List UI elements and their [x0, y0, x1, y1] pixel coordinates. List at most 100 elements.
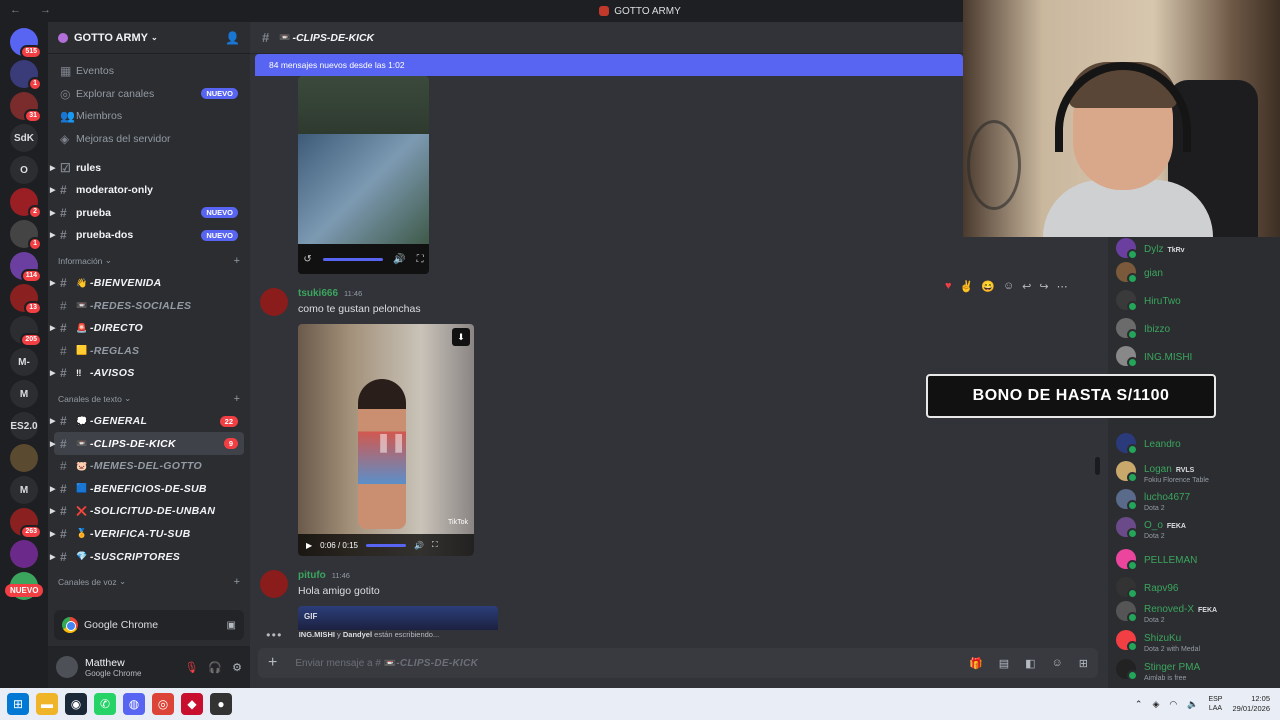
emoji-reaction-icon-2[interactable]: 😄: [981, 280, 995, 293]
gif-embed[interactable]: GIF: [298, 606, 498, 630]
video-progress[interactable]: [322, 257, 383, 261]
message-composer[interactable]: + Enviar mensaje a # 📼-CLIPS-DE-KICK 🎁 ▤…: [258, 648, 1098, 678]
channel-item[interactable]: ▶ # ❌ -SOLICITUD-DE-UNBAN: [50, 500, 244, 523]
mute-mic-icon[interactable]: 🎙: [184, 661, 198, 674]
member-item[interactable]: ING.MISHI: [1116, 344, 1280, 368]
server-icon[interactable]: [10, 540, 38, 568]
member-item[interactable]: HiruTwo: [1116, 288, 1280, 312]
composer-placeholder[interactable]: Enviar mensaje a # 📼-CLIPS-DE-KICK: [295, 658, 478, 669]
channel-item[interactable]: # 🟨 -REGLAS: [54, 340, 244, 363]
clock[interactable]: 12:05 29/01/2026: [1232, 694, 1270, 714]
channel-item[interactable]: ▶ # 📼 -CLIPS-DE-KICK 9: [50, 432, 244, 455]
channel-item[interactable]: ▶ ☑ rules: [50, 156, 244, 179]
avatar[interactable]: [260, 288, 288, 316]
channel-item[interactable]: # 🐷 -MEMES-DEL-GOTTO: [54, 455, 244, 478]
gift-icon[interactable]: 🎁: [969, 657, 983, 670]
channel-item[interactable]: # 📼 -REDES-SOCIALES: [54, 294, 244, 317]
channel-item[interactable]: ▶ # ‼ -AVISOS: [50, 362, 244, 385]
file-explorer-icon[interactable]: ▬: [36, 693, 58, 715]
invite-icon[interactable]: 👤: [225, 31, 240, 45]
steam-icon[interactable]: ◉: [65, 693, 87, 715]
streaming-panel[interactable]: Google Chrome ▣: [54, 610, 244, 640]
download-icon[interactable]: ⬇: [452, 328, 470, 346]
sidebar-item[interactable]: ▦ Eventos: [54, 60, 244, 83]
dota-icon[interactable]: ◆: [181, 693, 203, 715]
sticker-icon[interactable]: ◧: [1025, 657, 1035, 670]
language-indicator[interactable]: ESP LAA: [1208, 695, 1222, 713]
server-icon[interactable]: 13: [10, 284, 42, 315]
server-icon[interactable]: M: [10, 380, 38, 408]
member-item[interactable]: lucho4677 Dota 2: [1116, 487, 1280, 512]
member-item[interactable]: Renoved-X FEKA Dota 2: [1116, 599, 1280, 624]
channel-item[interactable]: ▶ # prueba NUEVO: [50, 202, 244, 225]
member-item[interactable]: Ibizzo: [1116, 316, 1280, 340]
channel-item[interactable]: ▶ # 💭 -GENERAL 22: [50, 410, 244, 433]
pause-icon[interactable]: ❚❚: [376, 432, 406, 453]
member-item[interactable]: Leandro: [1116, 431, 1280, 455]
more-icon[interactable]: ⋯: [1057, 280, 1068, 293]
apps-icon[interactable]: ⊞: [1079, 657, 1088, 670]
server-icon[interactable]: O: [10, 156, 38, 184]
member-item[interactable]: Dylz TkRv: [1116, 236, 1280, 260]
add-attachment-icon[interactable]: +: [268, 654, 277, 672]
member-item[interactable]: Logan RVLS Fokiu Florence Table: [1116, 459, 1280, 484]
add-reaction-icon[interactable]: ☺: [1003, 280, 1014, 293]
wifi-icon[interactable]: ◠: [1169, 699, 1177, 710]
settings-gear-icon[interactable]: ⚙: [232, 661, 242, 674]
tray-chevron-icon[interactable]: ⌃: [1135, 699, 1143, 710]
new-messages-bar[interactable]: 84 mensajes nuevos desde las 1:02: [255, 54, 963, 76]
add-channel-icon[interactable]: +: [234, 576, 240, 588]
windows-start-icon[interactable]: ⊞: [7, 693, 29, 715]
category-info[interactable]: Información ⌄ +: [54, 250, 244, 272]
play-icon[interactable]: ▶: [306, 541, 312, 550]
category-text[interactable]: Canales de texto ⌄ +: [54, 388, 244, 410]
server-icon[interactable]: 31: [10, 92, 42, 123]
avatar[interactable]: [260, 570, 288, 598]
member-item[interactable]: Rapv96: [1116, 575, 1280, 599]
server-icon[interactable]: M-: [10, 348, 38, 376]
emoji-reaction-icon[interactable]: ✌: [960, 280, 974, 293]
message-author[interactable]: tsuki666 11:46: [298, 288, 362, 299]
emoji-icon[interactable]: ☺: [1052, 657, 1063, 670]
screen-share-icon[interactable]: ▣: [227, 620, 236, 631]
member-item[interactable]: O_o FEKA Dota 2: [1116, 515, 1280, 540]
member-item[interactable]: ShizuKu Dota 2 with Medal: [1116, 628, 1280, 653]
video-progress[interactable]: [365, 543, 406, 547]
server-icon[interactable]: 1: [10, 60, 42, 91]
reply-icon[interactable]: ↩: [1022, 280, 1031, 293]
server-icon[interactable]: SdK: [10, 124, 38, 152]
member-item[interactable]: Stinger PMA Aimlab is free: [1116, 657, 1280, 682]
fullscreen-icon[interactable]: ⛶: [417, 254, 424, 265]
sidebar-item[interactable]: ◎ Explorar canales NUEVO: [54, 83, 244, 106]
nav-arrows[interactable]: ← →: [10, 4, 59, 16]
heart-reaction-icon[interactable]: ♥: [945, 280, 952, 293]
scrollbar[interactable]: [1095, 457, 1100, 475]
message-author[interactable]: pitufo 11:46: [298, 570, 350, 581]
member-item[interactable]: gian: [1116, 260, 1280, 284]
volume-icon[interactable]: 🔊: [414, 541, 424, 550]
server-icon[interactable]: 2: [10, 188, 42, 219]
channel-item[interactable]: ▶ # prueba-dos NUEVO: [50, 224, 244, 247]
server-icon[interactable]: 114: [10, 252, 42, 283]
fullscreen-icon[interactable]: ⛶: [432, 540, 438, 550]
volume-icon[interactable]: 🔊: [393, 254, 405, 265]
channel-item[interactable]: ▶ # 💎 -SUSCRIPTORES: [50, 545, 244, 568]
server-icon[interactable]: 263: [10, 508, 42, 539]
forward-icon[interactable]: ↪: [1039, 280, 1048, 293]
deafen-icon[interactable]: 🎧: [208, 661, 222, 674]
chrome-taskbar-icon[interactable]: ◎: [152, 693, 174, 715]
volume-tray-icon[interactable]: 🔈: [1187, 699, 1198, 710]
category-voice[interactable]: Canales de voz ⌄ +: [54, 571, 244, 593]
avatar[interactable]: [56, 656, 78, 678]
obs-icon[interactable]: ●: [210, 693, 232, 715]
channel-item[interactable]: ▶ # moderator-only: [50, 179, 244, 202]
discord-icon[interactable]: ◍: [123, 693, 145, 715]
server-icon[interactable]: 1: [10, 220, 42, 251]
server-icon[interactable]: 205: [10, 316, 42, 347]
sidebar-item[interactable]: ◈ Mejoras del servidor: [54, 128, 244, 151]
channel-item[interactable]: ▶ # 🚨 -DIRECTO: [50, 317, 244, 340]
channel-item[interactable]: ▶ # 🟦 -BENEFICIOS-DE-SUB: [50, 478, 244, 501]
channel-item[interactable]: ▶ # 🏅 -VERIFICA-TU-SUB: [50, 523, 244, 546]
add-channel-icon[interactable]: +: [234, 255, 240, 267]
whatsapp-icon[interactable]: ✆: [94, 693, 116, 715]
